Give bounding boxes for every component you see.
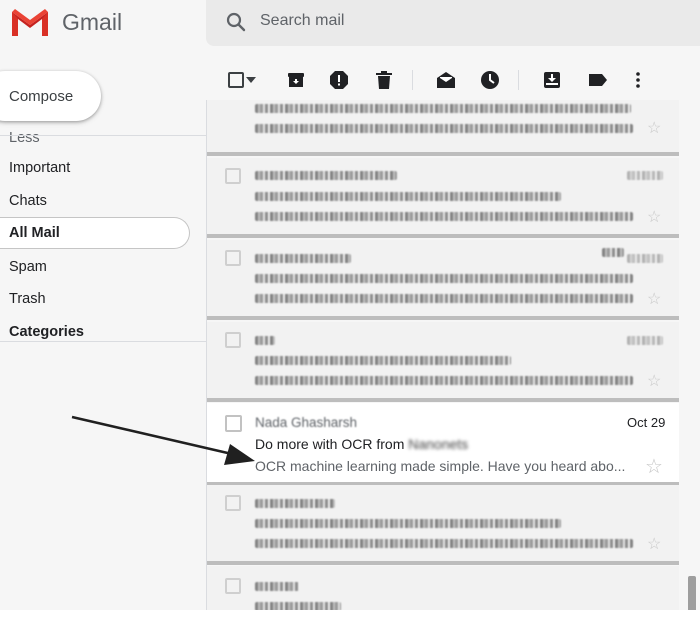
- mail-list: ☆ ☆ ☆ ☆ Nada Ghasharsh Oct 29 Do more wi…: [206, 100, 686, 620]
- mark-read-icon[interactable]: [434, 68, 458, 92]
- sidebar-item-chats[interactable]: Chats: [0, 185, 190, 217]
- list-item[interactable]: ☆: [207, 158, 679, 238]
- delete-icon[interactable]: [372, 68, 396, 92]
- search-bar[interactable]: [206, 0, 700, 46]
- bottom-edge: [0, 610, 700, 620]
- list-item[interactable]: ☆: [207, 322, 679, 402]
- email-subject-text: Do more with OCR from: [255, 436, 409, 452]
- highlighted-email-row[interactable]: Nada Ghasharsh Oct 29 Do more with OCR f…: [207, 403, 679, 485]
- sidebar-item-label: Chats: [9, 193, 47, 209]
- sidebar-divider: [0, 135, 206, 136]
- scrollbar[interactable]: [686, 100, 700, 620]
- email-subject-redacted: Nanonets: [408, 436, 469, 452]
- email-subject: Do more with OCR from Nanonets: [255, 436, 468, 452]
- compose-button[interactable]: Compose: [0, 71, 101, 121]
- sidebar-item-label: Important: [9, 160, 71, 176]
- sidebar-item-label: All Mail: [9, 225, 60, 241]
- sidebar-item-all-mail[interactable]: All Mail: [0, 217, 190, 249]
- mail-toolbar: [206, 60, 700, 100]
- move-to-icon[interactable]: [540, 68, 564, 92]
- sidebar-item-spam[interactable]: Spam: [0, 251, 190, 283]
- sidebar-item-important[interactable]: Important: [0, 152, 190, 184]
- sidebar-item-less[interactable]: Less: [0, 120, 190, 144]
- label-icon[interactable]: [586, 68, 610, 92]
- email-preview: OCR machine learning made simple. Have y…: [255, 458, 626, 474]
- sidebar-item-trash[interactable]: Trash: [0, 283, 190, 315]
- search-input[interactable]: [260, 12, 660, 30]
- toolbar-divider: [518, 70, 519, 90]
- list-item[interactable]: ☆: [207, 240, 679, 320]
- sidebar-item-label: Categories: [9, 324, 84, 340]
- compose-label: Compose: [9, 87, 74, 105]
- search-icon[interactable]: [224, 10, 248, 34]
- list-item[interactable]: ☆: [207, 485, 679, 565]
- sidebar-item-label: Less: [9, 130, 40, 144]
- gmail-logo-icon[interactable]: [10, 6, 50, 38]
- sidebar-item-categories[interactable]: Categories: [0, 316, 190, 348]
- star-icon[interactable]: ☆: [645, 454, 663, 479]
- top-header: Gmail: [0, 0, 700, 48]
- snooze-icon[interactable]: [478, 68, 502, 92]
- sidebar-item-label: Spam: [9, 259, 47, 275]
- email-sender: Nada Ghasharsh: [255, 415, 358, 430]
- sidebar-item-label: Trash: [9, 291, 46, 307]
- email-select-checkbox[interactable]: [225, 415, 242, 432]
- archive-icon[interactable]: [284, 68, 308, 92]
- report-spam-icon[interactable]: [327, 68, 351, 92]
- brand-name: Gmail: [62, 9, 123, 35]
- chevron-down-icon[interactable]: [244, 68, 258, 92]
- email-date: Oct 29: [627, 415, 666, 430]
- sidebar-divider: [0, 341, 206, 342]
- list-item[interactable]: ☆: [207, 100, 679, 156]
- toolbar-divider: [412, 70, 413, 90]
- more-options-icon[interactable]: [626, 68, 650, 92]
